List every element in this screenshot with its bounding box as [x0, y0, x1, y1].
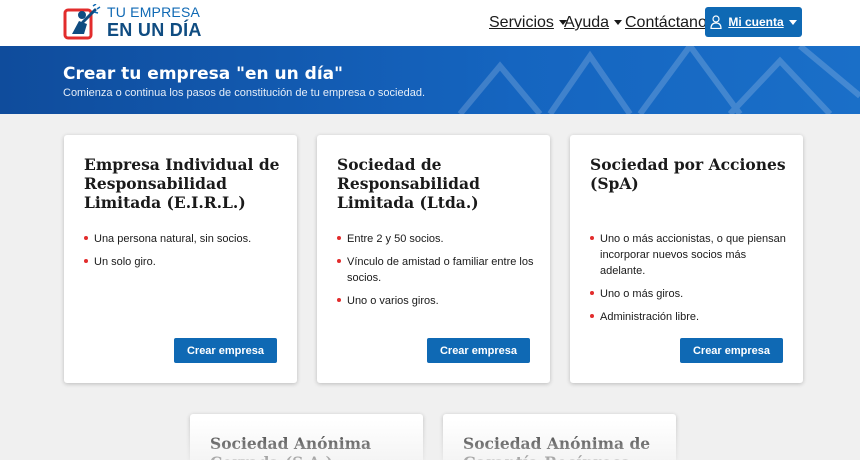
- my-account-button[interactable]: Mi cuenta: [705, 7, 802, 37]
- user-icon: [710, 15, 722, 29]
- scroll-fade: [0, 420, 860, 460]
- card-eirl: Empresa Individual de Responsabilidad Li…: [64, 135, 297, 383]
- list-item: Administración libre.: [590, 309, 790, 325]
- card-title: Sociedad de Responsabilidad Limitada (Lt…: [337, 155, 480, 212]
- list-item: Vínculo de amistad o familiar entre los …: [337, 254, 537, 286]
- nav-servicios-label: Servicios: [489, 14, 554, 31]
- card-title: Empresa Individual de Responsabilidad Li…: [84, 155, 280, 212]
- list-item: Una persona natural, sin socios.: [84, 231, 284, 247]
- list-item: Un solo giro.: [84, 254, 284, 270]
- page-title: Crear tu empresa "en un día": [63, 64, 344, 84]
- list-item: Uno o más giros.: [590, 286, 790, 302]
- card-title: Sociedad por Acciones (SpA): [590, 155, 786, 193]
- nav-ayuda[interactable]: Ayuda: [564, 14, 623, 32]
- banner-pattern: [457, 46, 860, 114]
- create-company-button[interactable]: Crear empresa: [427, 338, 530, 363]
- caret-down-icon: [614, 20, 623, 26]
- card-features: Uno o más accionistas, o que piensan inc…: [590, 231, 790, 332]
- caret-down-icon: [788, 19, 797, 25]
- create-company-button[interactable]: Crear empresa: [174, 338, 277, 363]
- card-spa: Sociedad por Acciones (SpA) Uno o más ac…: [570, 135, 803, 383]
- list-item: Uno o varios giros.: [337, 293, 537, 309]
- card-features: Una persona natural, sin socios. Un solo…: [84, 231, 284, 277]
- page-banner: Crear tu empresa "en un día" Comienza o …: [0, 46, 860, 114]
- nav-ayuda-label: Ayuda: [564, 14, 610, 31]
- logo-line-2: EN UN DÍA: [107, 20, 202, 40]
- list-item: Uno o más accionistas, o que piensan inc…: [590, 231, 790, 279]
- card-title: Sociedad Anónima Cerrada (S.A.): [210, 434, 372, 460]
- nav-contactanos-label: Contáctanos: [625, 14, 715, 31]
- page-subtitle: Comienza o continua los pasos de constit…: [63, 87, 425, 99]
- create-company-button[interactable]: Crear empresa: [680, 338, 783, 363]
- card-sa: Sociedad Anónima Cerrada (S.A.): [190, 414, 423, 460]
- nav-contactanos[interactable]: Contáctanos: [625, 14, 715, 32]
- card-ltda: Sociedad de Responsabilidad Limitada (Lt…: [317, 135, 550, 383]
- card-title: Sociedad Anónima de Garantía Recíproca: [463, 434, 651, 460]
- site-header: TU EMPRESA EN UN DÍA Servicios Ayuda Con…: [0, 0, 860, 46]
- card-features: Entre 2 y 50 socios. Vínculo de amistad …: [337, 231, 537, 316]
- logo-icon: [63, 4, 101, 40]
- list-item: Entre 2 y 50 socios.: [337, 231, 537, 247]
- logo-line-1: TU EMPRESA: [107, 4, 201, 20]
- my-account-label: Mi cuenta: [728, 15, 784, 29]
- nav-servicios[interactable]: Servicios: [489, 14, 567, 32]
- site-logo[interactable]: TU EMPRESA EN UN DÍA: [63, 3, 202, 41]
- card-sagr: Sociedad Anónima de Garantía Recíproca: [443, 414, 676, 460]
